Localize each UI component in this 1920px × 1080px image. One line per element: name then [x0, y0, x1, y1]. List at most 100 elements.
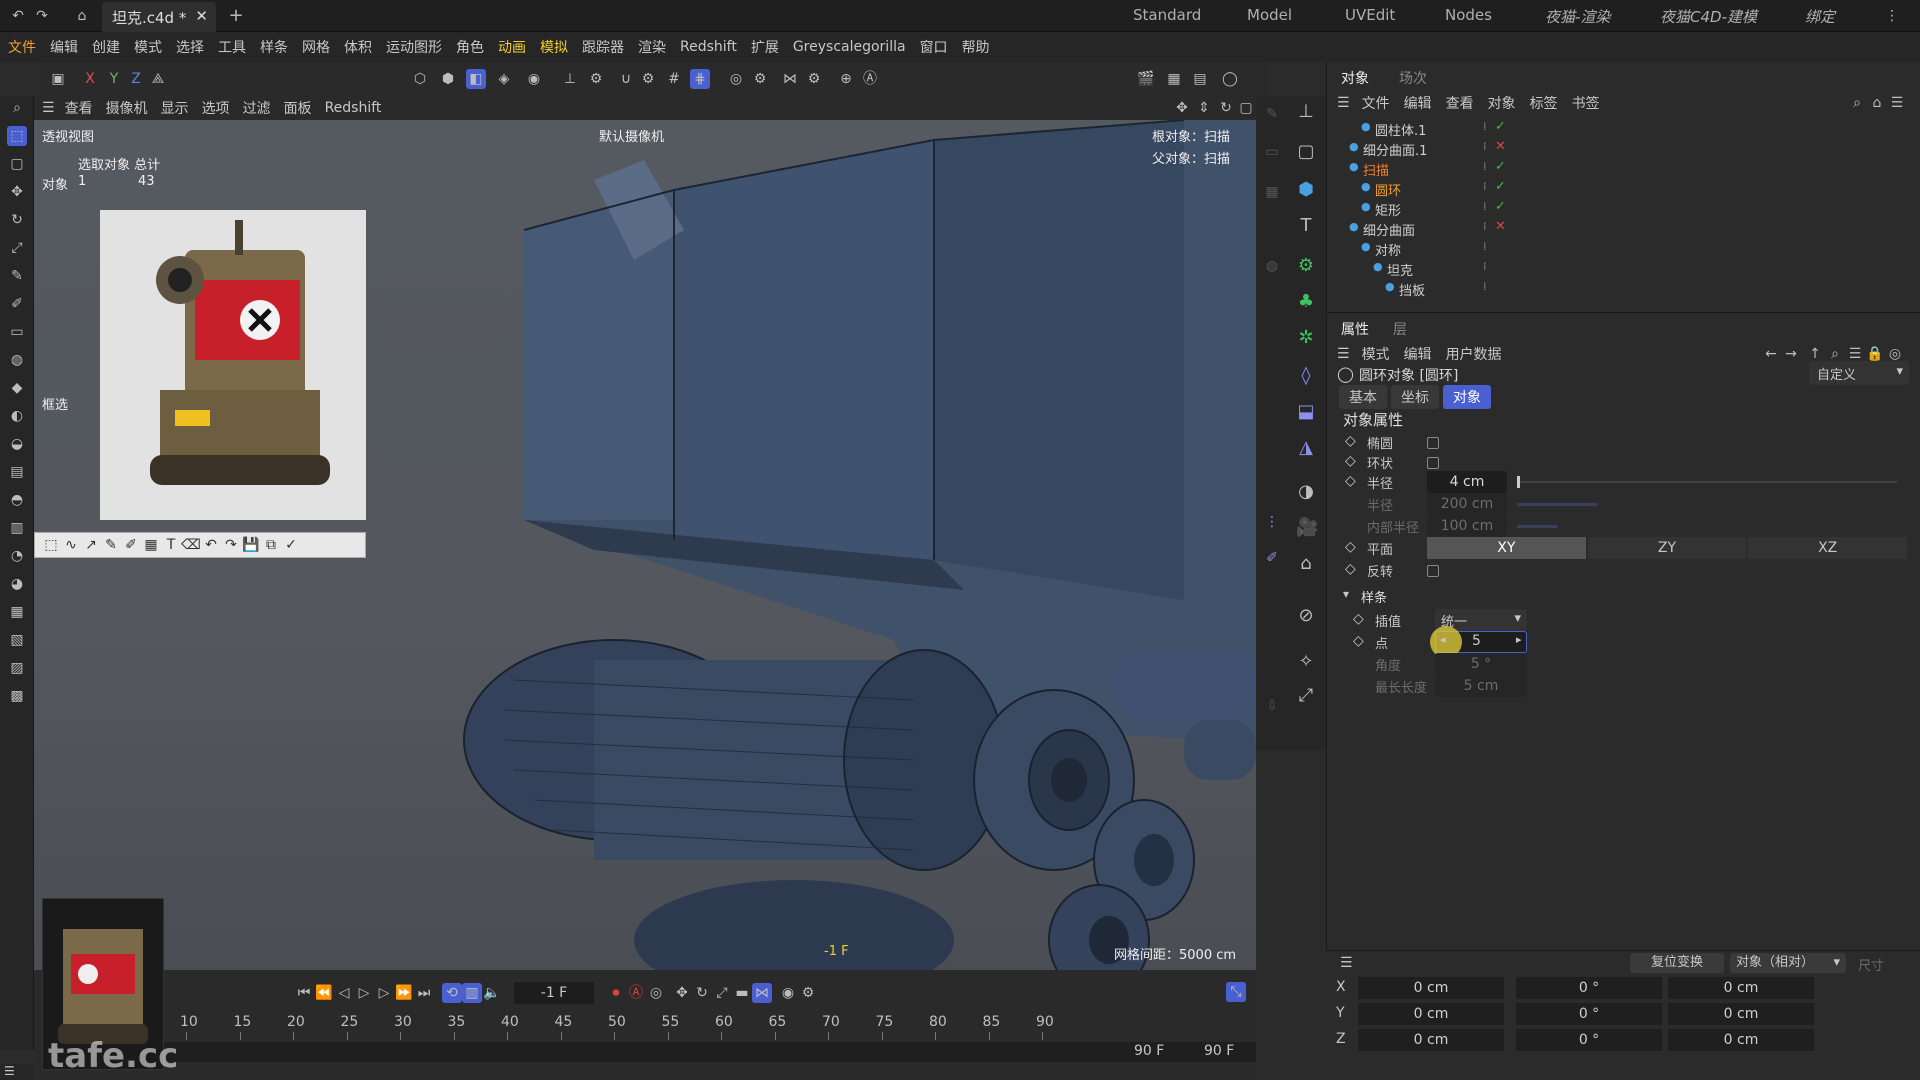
enabled-check-icon[interactable]: ✓ — [1495, 179, 1506, 194]
menu-mesh[interactable]: 网格 — [302, 37, 330, 57]
coord-rotation-field[interactable]: 0 ° — [1516, 1029, 1662, 1051]
menu-tracker[interactable]: 跟踪器 — [582, 37, 624, 57]
workplane-settings-icon[interactable]: ⚙ — [750, 69, 770, 89]
om-menu-edit[interactable]: 编辑 — [1404, 93, 1432, 113]
layout-rigging[interactable]: 绑定 — [1805, 6, 1835, 27]
points-stepper[interactable]: ◂ 5 ▸ — [1430, 626, 1527, 658]
enabled-check-icon[interactable]: ✓ — [1495, 119, 1506, 134]
om-menu-tags[interactable]: 标签 — [1530, 93, 1558, 113]
menu-window[interactable]: 窗口 — [920, 37, 948, 57]
menu-mode[interactable]: 模式 — [134, 37, 162, 57]
viewport-zoom-icon[interactable]: ⇕ — [1194, 98, 1214, 118]
environment-icon[interactable]: ◑ — [1296, 482, 1316, 502]
enabled-check-icon[interactable]: ✓ — [1495, 199, 1506, 214]
layout-nodes[interactable]: Nodes — [1445, 6, 1492, 24]
stepper-right-icon[interactable]: ▸ — [1516, 633, 1522, 646]
keyframe-icon[interactable]: ◇ — [1353, 611, 1364, 627]
snap-icon[interactable]: ⋕ — [690, 69, 710, 89]
coord-system-icon[interactable]: ⟁ — [148, 69, 168, 89]
om-menu-bookmarks[interactable]: 书签 — [1572, 93, 1600, 113]
object-name[interactable]: 对称 — [1375, 240, 1401, 259]
deformer-icon[interactable]: ◊ — [1296, 366, 1316, 386]
object-name[interactable]: 矩形 — [1375, 200, 1401, 219]
menu-spline[interactable]: 样条 — [260, 37, 288, 57]
plane-zy[interactable]: ZY — [1587, 537, 1747, 559]
viewport-pan-icon[interactable]: ✥ — [1172, 98, 1192, 118]
layout-standard[interactable]: Standard — [1133, 6, 1201, 24]
brush-tool-icon[interactable]: ✐ — [7, 294, 27, 314]
object-name[interactable]: 挡板 — [1399, 280, 1425, 299]
tab-layers[interactable]: 层 — [1393, 319, 1407, 339]
render-settings-icon[interactable]: ▤ — [1190, 69, 1210, 89]
pen-tool-icon[interactable]: ✎ — [7, 266, 27, 286]
ref-marker-icon[interactable]: ✐ — [121, 535, 141, 555]
menu-extensions[interactable]: 扩展 — [751, 37, 779, 57]
keyframe-icon[interactable]: ◇ — [1345, 473, 1356, 489]
mesh-tool-icon[interactable]: ▥ — [7, 518, 27, 538]
visibility-dots-icon[interactable]: ⁞ — [1483, 180, 1487, 193]
om-hamburger-icon[interactable]: ☰ — [1337, 95, 1350, 111]
edge-select-icon[interactable]: ⋮ — [1262, 512, 1282, 532]
uv-tool-icon[interactable]: ◒ — [7, 434, 27, 454]
viewport-menu-redshift[interactable]: Redshift — [325, 100, 382, 116]
visibility-dots-icon[interactable]: ⁞ — [1483, 260, 1487, 273]
select-tool-icon[interactable]: ⬚ — [7, 126, 27, 146]
frame-ruler[interactable]: 10 15 20 25 30 35 40 45 50 55 60 65 70 75 80 85 90 — [164, 970, 1256, 1040]
cube-tool-icon[interactable]: ◆ — [7, 378, 27, 398]
deform-tool-icon[interactable]: ◔ — [7, 546, 27, 566]
texture-mode-icon[interactable]: ◉ — [524, 69, 544, 89]
scale-tool-icon[interactable]: ⤢ — [7, 238, 27, 258]
attr-menu-userdata[interactable]: 用户数据 — [1446, 344, 1502, 364]
menu-tools[interactable]: 工具 — [218, 37, 246, 57]
attr-menu-edit[interactable]: 编辑 — [1404, 344, 1432, 364]
redshift-icon[interactable]: ◯ — [1220, 69, 1240, 89]
bevel-tool-icon[interactable]: ▦ — [7, 602, 27, 622]
keyframe-icon[interactable]: ◇ — [1345, 539, 1356, 555]
x-axis-lock[interactable]: X — [80, 69, 100, 89]
chevron-down-icon[interactable]: ▾ — [1343, 587, 1349, 601]
object-name[interactable]: 坦克 — [1387, 260, 1413, 279]
coord-size-field[interactable]: 0 cm — [1668, 1003, 1814, 1025]
rotate-tool-icon[interactable]: ↻ — [7, 210, 27, 230]
om-menu-view[interactable]: 查看 — [1446, 93, 1474, 113]
grid-icon[interactable]: # — [664, 69, 684, 89]
generator-icon[interactable]: ⚙ — [1296, 256, 1316, 276]
ref-undo-icon[interactable]: ↶ — [201, 535, 221, 555]
viewport-menu-options[interactable]: 选项 — [202, 98, 230, 118]
plane-xz[interactable]: XZ — [1748, 537, 1908, 559]
om-filter-icon[interactable]: ☰ — [1887, 93, 1907, 113]
menu-volume[interactable]: 体积 — [344, 37, 372, 57]
sphere-tool-icon[interactable]: ◍ — [7, 350, 27, 370]
keyframe-icon[interactable]: ◇ — [1345, 561, 1356, 577]
ref-arrow-icon[interactable]: ↗ — [81, 535, 101, 555]
ref-save-icon[interactable]: 💾 — [241, 535, 261, 555]
import-icon[interactable]: ⇩ — [1262, 696, 1282, 716]
object-name[interactable]: 扫描 — [1363, 160, 1389, 179]
lock-icon[interactable]: Ⓐ — [860, 69, 880, 89]
ref-curve-icon[interactable]: ∿ — [61, 535, 81, 555]
magnet-icon[interactable]: ∪ — [616, 69, 636, 89]
disabled-cross-icon[interactable]: ✕ — [1495, 219, 1506, 234]
rectangle-spline-icon[interactable]: ▢ — [1296, 142, 1316, 162]
end-frame-a[interactable]: 90 F — [1134, 1043, 1164, 1059]
axis-mode-icon[interactable]: ⊥ — [560, 69, 580, 89]
camera-icon[interactable]: 🎥 — [1296, 518, 1318, 538]
paint-tool-icon[interactable]: ◓ — [7, 490, 27, 510]
plane-tool-icon[interactable]: ▭ — [7, 322, 27, 342]
visibility-dots-icon[interactable]: ⁞ — [1483, 140, 1487, 153]
layout-model[interactable]: Model — [1247, 6, 1292, 24]
viewport-hamburger-icon[interactable]: ☰ — [42, 100, 55, 116]
cube-primitive-icon[interactable]: ⬢ — [1296, 180, 1316, 200]
ref-frame-icon[interactable]: ⬚ — [41, 535, 61, 555]
viewport-menu-view[interactable]: 查看 — [65, 98, 93, 118]
points-mode-icon[interactable]: ⬡ — [410, 69, 430, 89]
knife-tool-icon[interactable]: ▨ — [7, 658, 27, 678]
coord-position-field[interactable]: 0 cm — [1358, 1029, 1504, 1051]
viewport-menu-camera[interactable]: 摄像机 — [106, 98, 148, 118]
visibility-dots-icon[interactable]: ⁞ — [1483, 160, 1487, 173]
particles-icon[interactable]: ✧ — [1296, 652, 1316, 672]
stepper-left-icon[interactable]: ◂ — [1440, 633, 1446, 646]
tab-objects[interactable]: 对象 — [1341, 68, 1369, 88]
more-icon[interactable]: ⋮ — [1882, 6, 1902, 26]
visibility-dots-icon[interactable]: ⁞ — [1483, 200, 1487, 213]
